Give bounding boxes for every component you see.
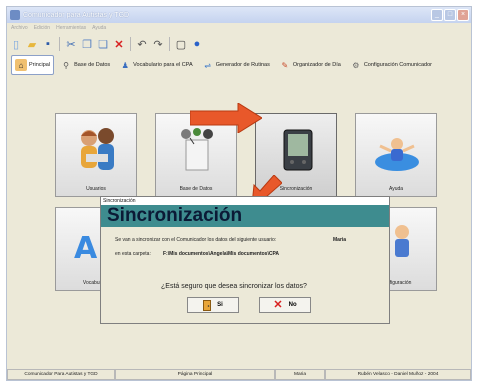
help-icon[interactable]: ●	[190, 36, 204, 52]
redo-icon[interactable]: ↷	[151, 36, 165, 52]
toolbar: ▯ ▰ ▪ ✂ ❐ ❏ ✕ ↶ ↷ ▢ ●	[9, 34, 204, 54]
delete-icon[interactable]: ✕	[112, 36, 126, 52]
tab-label: Generador de Rutinas	[215, 62, 270, 68]
tab-label: Organizador de Día	[292, 62, 341, 68]
door-icon	[203, 299, 212, 311]
minimize-button[interactable]: _	[431, 9, 443, 21]
database-icon: ⚲	[63, 60, 70, 70]
help-figure-icon	[375, 138, 419, 171]
tile-label: Usuarios	[86, 186, 106, 192]
config-icon: ⚙	[352, 60, 360, 70]
paste-icon[interactable]: ❏	[96, 36, 110, 52]
cut-icon[interactable]: ✂	[64, 36, 78, 52]
yes-button[interactable]: Si	[187, 297, 239, 313]
dialog-title: Sincronización	[101, 197, 389, 205]
new-icon[interactable]: ▯	[9, 36, 23, 52]
toolbar-separator	[169, 37, 170, 51]
window-controls: _ □ ×	[431, 9, 469, 21]
dialog-question: ¿Está seguro que desea sincronizar los d…	[161, 283, 307, 290]
window-title: Comunicador para Autistas y TGD	[23, 11, 130, 19]
organizer-icon: ✎	[281, 60, 289, 70]
yes-label: Si	[217, 302, 223, 308]
dialog-folder-value: F:\Mis documentos\Angela\Mis documentos\…	[163, 251, 280, 257]
copy-icon[interactable]: ❐	[80, 36, 94, 52]
tab-base-de-datos[interactable]: ⚲ Base de Datos	[57, 55, 113, 75]
status-user: Maria	[275, 369, 325, 380]
toolbar-separator	[59, 37, 60, 51]
title-bar: Comunicador para Autistas y TGD _ □ ×	[7, 7, 471, 23]
pda-icon	[283, 129, 313, 171]
users-icon	[81, 128, 114, 170]
menu-edit[interactable]: Edición	[34, 23, 50, 33]
vocabulary-icon: ♟	[121, 60, 129, 70]
app-window: Comunicador para Autistas y TGD _ □ × Ar…	[6, 6, 472, 381]
tab-configuracion[interactable]: ⚙ Configuración Comunicador	[347, 55, 435, 75]
no-x-icon: ✕	[273, 298, 283, 311]
tab-label: Configuración Comunicador	[363, 62, 433, 68]
tile-label: Ayuda	[388, 186, 404, 192]
menu-tools[interactable]: Herramientas	[56, 23, 86, 33]
dialog-banner: Sincronización	[101, 205, 389, 227]
tab-generador-rutinas[interactable]: ⇌ Generador de Rutinas	[199, 55, 273, 75]
maximize-button[interactable]: □	[444, 9, 456, 21]
dialog-user-text: Se van a sincronizar con el Comunicador …	[115, 237, 277, 243]
tab-label: Principal	[29, 62, 51, 68]
status-bar: Comunicador Para Autistas y TGD Página P…	[7, 369, 471, 380]
tab-label: Vocabulario para el CPA	[133, 62, 193, 68]
tile-usuarios[interactable]: Usuarios	[55, 113, 137, 197]
close-button[interactable]: ×	[457, 9, 469, 21]
tile-label: Base de Datos	[179, 186, 213, 192]
menu-help[interactable]: Ayuda	[92, 23, 106, 33]
tile-ayuda[interactable]: Ayuda	[355, 113, 437, 197]
tab-vocabulario[interactable]: ♟ Vocabulario para el CPA	[116, 55, 196, 75]
tab-principal[interactable]: ⌂ Principal	[11, 55, 55, 75]
tab-organizador[interactable]: ✎ Organizador de Día	[276, 55, 344, 75]
sync-dialog: Sincronización Sincronización Se van a s…	[100, 196, 390, 324]
routine-icon: ⇌	[204, 60, 212, 70]
dialog-folder-text: en esta carpeta:	[115, 251, 151, 257]
open-folder-icon[interactable]: ▰	[25, 36, 39, 52]
status-page: Página Principal	[115, 369, 275, 380]
home-icon: ⌂	[15, 59, 27, 71]
status-app: Comunicador Para Autistas y TGD	[7, 369, 115, 380]
undo-icon[interactable]: ↶	[135, 36, 149, 52]
page-icon[interactable]: ▢	[174, 36, 188, 52]
menu-file[interactable]: Archivo	[11, 23, 28, 33]
no-label: No	[288, 302, 297, 308]
arrow-right-icon	[190, 103, 262, 133]
menu-bar: Archivo Edición Herramientas Ayuda	[7, 23, 471, 33]
app-icon	[10, 10, 20, 20]
toolbar-separator	[130, 37, 131, 51]
tab-label: Base de Datos	[74, 62, 111, 68]
tab-bar: ⌂ Principal ⚲ Base de Datos ♟ Vocabulari…	[11, 55, 469, 77]
save-icon[interactable]: ▪	[41, 36, 55, 52]
no-button[interactable]: ✕ No	[259, 297, 311, 313]
dialog-user-value: Maria	[333, 237, 347, 243]
status-authors: Rubén Velasco - Daniel Muñoz - 2004	[325, 369, 471, 380]
